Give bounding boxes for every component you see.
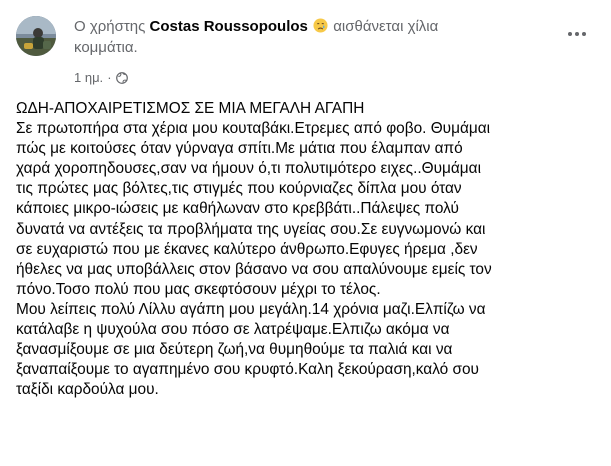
more-options-icon[interactable] xyxy=(563,24,591,44)
more-dot xyxy=(582,32,586,36)
post-body-line: πόνο.Τοσο πολύ που μας σκεφτόσουν μέχρι … xyxy=(16,280,381,298)
meta-separator: · xyxy=(107,70,112,85)
post-body-line: ΩΔΗ-ΑΠΟΧΑΙΡΕΤΙΣΜΟΣ ΣΕ ΜΙΑ ΜΕΓΑΛΗ ΑΓΑΠΗ xyxy=(16,100,365,117)
post-body-line: Μου λείπεις πολύ Λίλλυ αγάπη μου μεγάλη.… xyxy=(16,300,486,318)
post-timestamp[interactable]: 1 ημ. xyxy=(74,70,103,86)
author-prefix: Ο χρήστης xyxy=(74,18,146,35)
post-body-line: τις πρώτες μας βόλτες,τις στιγμές που κο… xyxy=(16,180,462,198)
more-dot xyxy=(575,32,579,36)
post-card: Ο χρήστης Costas Roussopoulos αισθάνεται… xyxy=(0,0,611,466)
globe-icon[interactable] xyxy=(115,72,128,84)
post-body-line: ξαναπαίξουμε το αγαπημένο σου κρυφτό.Καλ… xyxy=(16,361,479,379)
post-body-line: δυνατά να αντέξεις τα προβλήματα της υγε… xyxy=(16,220,486,238)
post-headline: Ο χρήστης Costas Roussopoulos αισθάνεται… xyxy=(74,16,554,58)
post-body-line: χαρά χοροπηδουσες,σαν να ήμουν ό,τι πολυ… xyxy=(16,160,481,178)
post-body-line: πώς με κοιτούσες όταν γύρναγα σπίτι.Με μ… xyxy=(16,140,463,158)
post-body-line: κατάλαβε η ψυχούλα σου πόσο σε λατρέψαμε… xyxy=(16,321,450,339)
post-body-line: σε ευχαριστώ που με έκανες καλύτερο άνθρ… xyxy=(16,240,478,258)
crying-face-icon xyxy=(313,18,328,33)
post-header: Ο χρήστης Costas Roussopoulos αισθάνεται… xyxy=(16,14,595,88)
post-body-text: ΩΔΗ-ΑΠΟΧΑΙΡΕΤΙΣΜΟΣ ΣΕ ΜΙΑ ΜΕΓΑΛΗ ΑΓΑΠΗ Σε… xyxy=(16,99,601,400)
post-body-line: Σε πρωτοπήρα στα χέρια μου κουταβάκι.Ετρ… xyxy=(16,120,491,138)
more-dot xyxy=(568,32,572,36)
post-body-line: ήθελες να μας υποβάλλεις στον βάσανο να … xyxy=(16,260,492,278)
post-meta: 1 ημ. · xyxy=(74,70,128,86)
avatar[interactable] xyxy=(16,16,56,56)
author-name-link[interactable]: Costas Roussopoulos xyxy=(150,18,308,35)
post-body-line: ταξίδι καρδούλα μου. xyxy=(16,381,159,399)
post-body-line: ξανασμίξουμε σε μια δεύτερη ζωή,να θυμηθ… xyxy=(16,341,453,359)
post-body-line: κάποιες μικρο-ιώσεις με καθήλωναν στο κρ… xyxy=(16,200,459,218)
